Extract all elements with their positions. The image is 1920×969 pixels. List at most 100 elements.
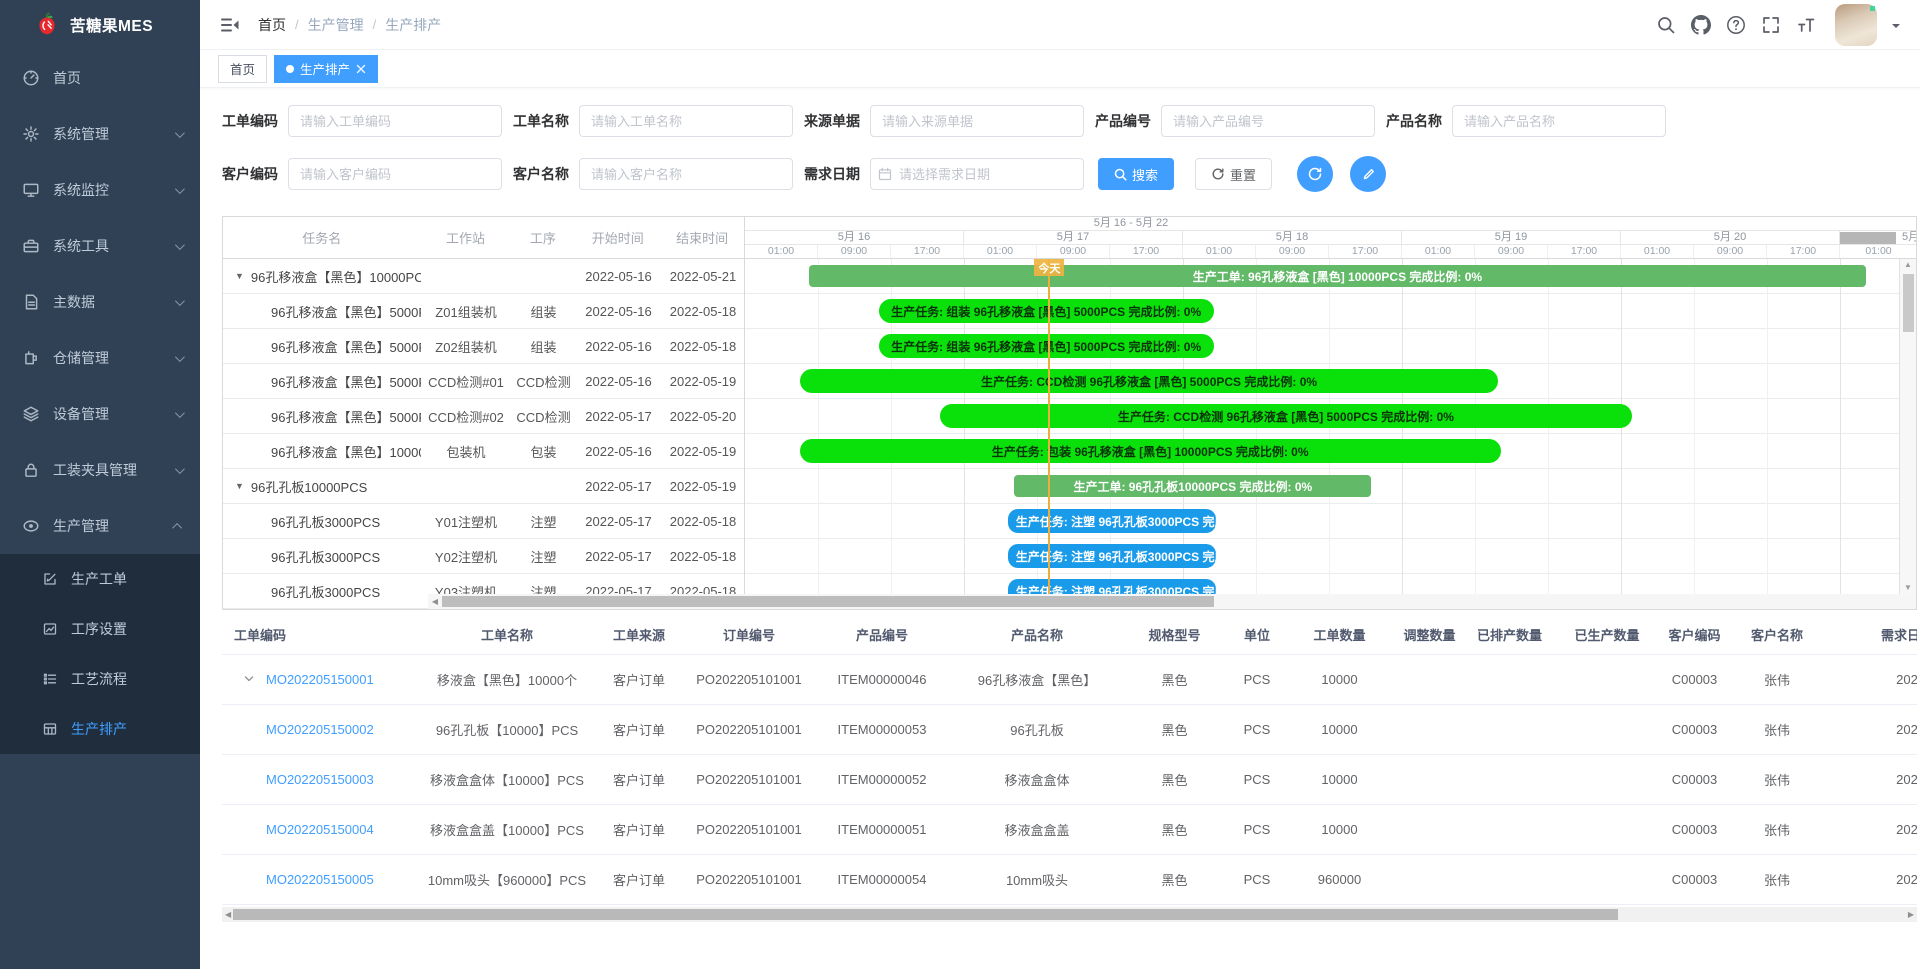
scroll-left-icon[interactable]: ◀ bbox=[225, 910, 231, 919]
work-order-link[interactable]: MO202205150003 bbox=[266, 772, 374, 787]
gantt-grid-row[interactable]: ▼96孔孔板10000PCS2022-05-172022-05-19 bbox=[223, 469, 744, 504]
task-name: 96孔移液盒【黑色】5000PCS bbox=[271, 337, 421, 356]
gantt-grid-row[interactable]: 96孔移液盒【黑色】5000PCSZ01组装机组装2022-05-162022-… bbox=[223, 294, 744, 329]
edit-button[interactable] bbox=[1350, 156, 1386, 192]
filter-label: 客户名称 bbox=[513, 164, 579, 184]
sidebar-item-3[interactable]: 系统工具 bbox=[0, 218, 200, 274]
gantt-bar-task[interactable]: 生产任务: 包装 96孔移液盒 [黑色] 10000PCS 完成比例: 0% bbox=[800, 439, 1501, 463]
timeline-header-scroll-thumb[interactable] bbox=[1840, 232, 1896, 244]
gantt-vertical-scrollbar[interactable]: ▲ ▼ bbox=[1899, 259, 1916, 594]
tab-1[interactable]: 生产排产 bbox=[274, 55, 378, 83]
sidebar-item-1[interactable]: 系统管理 bbox=[0, 106, 200, 162]
filter-field-需求日期: 需求日期 bbox=[804, 158, 1084, 190]
breadcrumb-item-0[interactable]: 首页 bbox=[258, 15, 286, 35]
demand-date-input[interactable] bbox=[870, 158, 1084, 190]
scroll-left-icon[interactable]: ◀ bbox=[428, 597, 442, 606]
task-process-cell: 组装 bbox=[511, 337, 576, 356]
sidebar-toggle-icon[interactable] bbox=[220, 15, 240, 35]
filter-form: 工单编码工单名称来源单据产品编号产品名称客户编码客户名称需求日期搜索重置 bbox=[222, 105, 1917, 192]
gantt-bar-task[interactable]: 生产任务: 组装 96孔移液盒 [黑色] 5000PCS 完成比例: 0% bbox=[879, 299, 1214, 323]
filter-input[interactable] bbox=[288, 158, 502, 190]
breadcrumb-item-2: 生产排产 bbox=[385, 15, 441, 35]
gantt-timeline: 5月 16 - 5月 225月 165月 175月 185月 195月 205月… bbox=[745, 217, 1916, 609]
filter-input[interactable] bbox=[1161, 105, 1375, 137]
timeline-hour-cell: 09:00 bbox=[818, 245, 891, 258]
gantt-bar-selected[interactable]: 生产任务: 注塑 96孔孔板3000PCS 完成比例: 0% bbox=[1008, 509, 1216, 533]
table-hscroll-thumb[interactable] bbox=[233, 909, 1618, 920]
gantt-grid-row[interactable]: ▼96孔移液盒【黑色】10000PCS2022-05-162022-05-21 bbox=[223, 259, 744, 294]
sidebar-subitem-1[interactable]: 工序设置 bbox=[0, 604, 200, 654]
reset-button[interactable]: 重置 bbox=[1195, 158, 1272, 190]
scroll-up-icon[interactable]: ▲ bbox=[1904, 259, 1912, 271]
table-row[interactable]: MO202205150001移液盒【黑色】10000个客户订单PO2022051… bbox=[222, 654, 1917, 704]
sidebar-item-0[interactable]: 首页 bbox=[0, 50, 200, 106]
filter-input[interactable] bbox=[579, 158, 793, 190]
sidebar-item-7[interactable]: 工装夹具管理 bbox=[0, 442, 200, 498]
help-icon[interactable] bbox=[1726, 15, 1746, 35]
gantt-grid-row[interactable]: 96孔孔板3000PCSY02注塑机注塑2022-05-172022-05-18 bbox=[223, 539, 744, 574]
sidebar-subitem-3[interactable]: 生产排产 bbox=[0, 704, 200, 754]
gantt-bar-parent[interactable]: 生产工单: 96孔移液盒 [黑色] 10000PCS 完成比例: 0% bbox=[809, 265, 1867, 287]
work-order-link[interactable]: MO202205150001 bbox=[266, 672, 374, 687]
cell-qty: 10000 bbox=[1287, 704, 1392, 754]
page-content: 工单编码工单名称来源单据产品编号产品名称客户编码客户名称需求日期搜索重置 任务名… bbox=[200, 88, 1920, 969]
search-button[interactable]: 搜索 bbox=[1098, 158, 1174, 190]
task-start-cell: 2022-05-17 bbox=[576, 514, 661, 529]
task-start-cell: 2022-05-16 bbox=[576, 269, 661, 284]
close-tab-icon[interactable] bbox=[356, 64, 366, 74]
filter-input[interactable] bbox=[1452, 105, 1666, 137]
sidebar-item-5[interactable]: 仓储管理 bbox=[0, 330, 200, 386]
github-icon[interactable] bbox=[1691, 15, 1711, 35]
work-order-link[interactable]: MO202205150005 bbox=[266, 872, 374, 887]
avatar-caret-icon[interactable] bbox=[1892, 24, 1900, 32]
scroll-down-icon[interactable]: ▼ bbox=[1904, 582, 1912, 594]
row-expand-icon[interactable] bbox=[244, 674, 254, 684]
tab-0[interactable]: 首页 bbox=[218, 55, 267, 83]
timeline-hour-cell: 01:00 bbox=[1402, 245, 1475, 258]
sidebar-item-2[interactable]: 系统监控 bbox=[0, 162, 200, 218]
table-row[interactable]: MO202205150003移液盒盒体【10000】PCS客户订单PO20220… bbox=[222, 754, 1917, 804]
work-order-link[interactable]: MO202205150002 bbox=[266, 722, 374, 737]
schedule-icon bbox=[42, 721, 58, 737]
gantt-horizontal-scrollbar[interactable]: ◀ bbox=[223, 594, 1916, 609]
gantt-vscroll-thumb[interactable] bbox=[1903, 274, 1914, 332]
gantt-grid-row[interactable]: 96孔移液盒【黑色】5000PCSCCD检测#01CCD检测2022-05-16… bbox=[223, 364, 744, 399]
table-row[interactable]: MO20220515000510mm吸头【960000】PCS客户订单PO202… bbox=[222, 854, 1917, 904]
tree-collapse-icon[interactable]: ▼ bbox=[235, 271, 244, 281]
sidebar-subitem-0[interactable]: 生产工单 bbox=[0, 554, 200, 604]
table-horizontal-scrollbar[interactable]: ◀ ▶ bbox=[222, 907, 1917, 922]
gantt-bar-task[interactable]: 生产任务: CCD检测 96孔移液盒 [黑色] 5000PCS 完成比例: 0% bbox=[800, 369, 1499, 393]
cell-scheduled bbox=[1467, 854, 1552, 904]
task-workstation-cell: 包装机 bbox=[421, 442, 511, 461]
gantt-bar-selected[interactable]: 生产任务: 注塑 96孔孔板3000PCS 完成比例: 0% bbox=[1008, 544, 1216, 568]
filter-input[interactable] bbox=[870, 105, 1084, 137]
sidebar-item-6[interactable]: 设备管理 bbox=[0, 386, 200, 442]
work-order-link[interactable]: MO202205150004 bbox=[266, 822, 374, 837]
search-icon[interactable] bbox=[1656, 15, 1676, 35]
avatar[interactable] bbox=[1835, 4, 1877, 46]
filter-input[interactable] bbox=[579, 105, 793, 137]
gantt-grid-row[interactable]: 96孔移液盒【黑色】5000PCSCCD检测#02CCD检测2022-05-17… bbox=[223, 399, 744, 434]
gantt-bar-task[interactable]: 生产任务: CCD检测 96孔移液盒 [黑色] 5000PCS 完成比例: 0% bbox=[940, 404, 1632, 428]
gantt-bar-parent[interactable]: 生产工单: 96孔孔板10000PCS 完成比例: 0% bbox=[1014, 475, 1371, 497]
sidebar-item-8[interactable]: 生产管理 bbox=[0, 498, 200, 554]
refresh-button[interactable] bbox=[1297, 156, 1333, 192]
tree-collapse-icon[interactable]: ▼ bbox=[235, 481, 244, 491]
fullscreen-icon[interactable] bbox=[1761, 15, 1781, 35]
sidebar-subitem-2[interactable]: 工艺流程 bbox=[0, 654, 200, 704]
warehouse-icon bbox=[22, 349, 40, 367]
app-logo[interactable]: 苦糖果MES bbox=[0, 0, 200, 50]
gantt-grid-row[interactable]: 96孔孔板3000PCSY01注塑机注塑2022-05-172022-05-18 bbox=[223, 504, 744, 539]
gantt-bar-task[interactable]: 生产任务: 组装 96孔移液盒 [黑色] 5000PCS 完成比例: 0% bbox=[879, 334, 1214, 358]
gantt-grid-row[interactable]: 96孔移液盒【黑色】5000PCSZ02组装机组装2022-05-162022-… bbox=[223, 329, 744, 364]
table-row[interactable]: MO20220515000296孔孔板【10000】PCS客户订单PO20220… bbox=[222, 704, 1917, 754]
cell-source: 客户订单 bbox=[592, 704, 686, 754]
filter-input[interactable] bbox=[288, 105, 502, 137]
sidebar-item-4[interactable]: 主数据 bbox=[0, 274, 200, 330]
gantt-hscroll-thumb[interactable] bbox=[442, 596, 1214, 607]
table-row[interactable]: MO202205150004移液盒盒盖【10000】PCS客户订单PO20220… bbox=[222, 804, 1917, 854]
sidebar-subitem-label: 工艺流程 bbox=[71, 669, 127, 689]
font-size-icon[interactable] bbox=[1796, 15, 1816, 35]
gantt-grid-row[interactable]: 96孔移液盒【黑色】10000PCS包装机包装2022-05-162022-05… bbox=[223, 434, 744, 469]
scroll-right-icon[interactable]: ▶ bbox=[1908, 910, 1914, 919]
